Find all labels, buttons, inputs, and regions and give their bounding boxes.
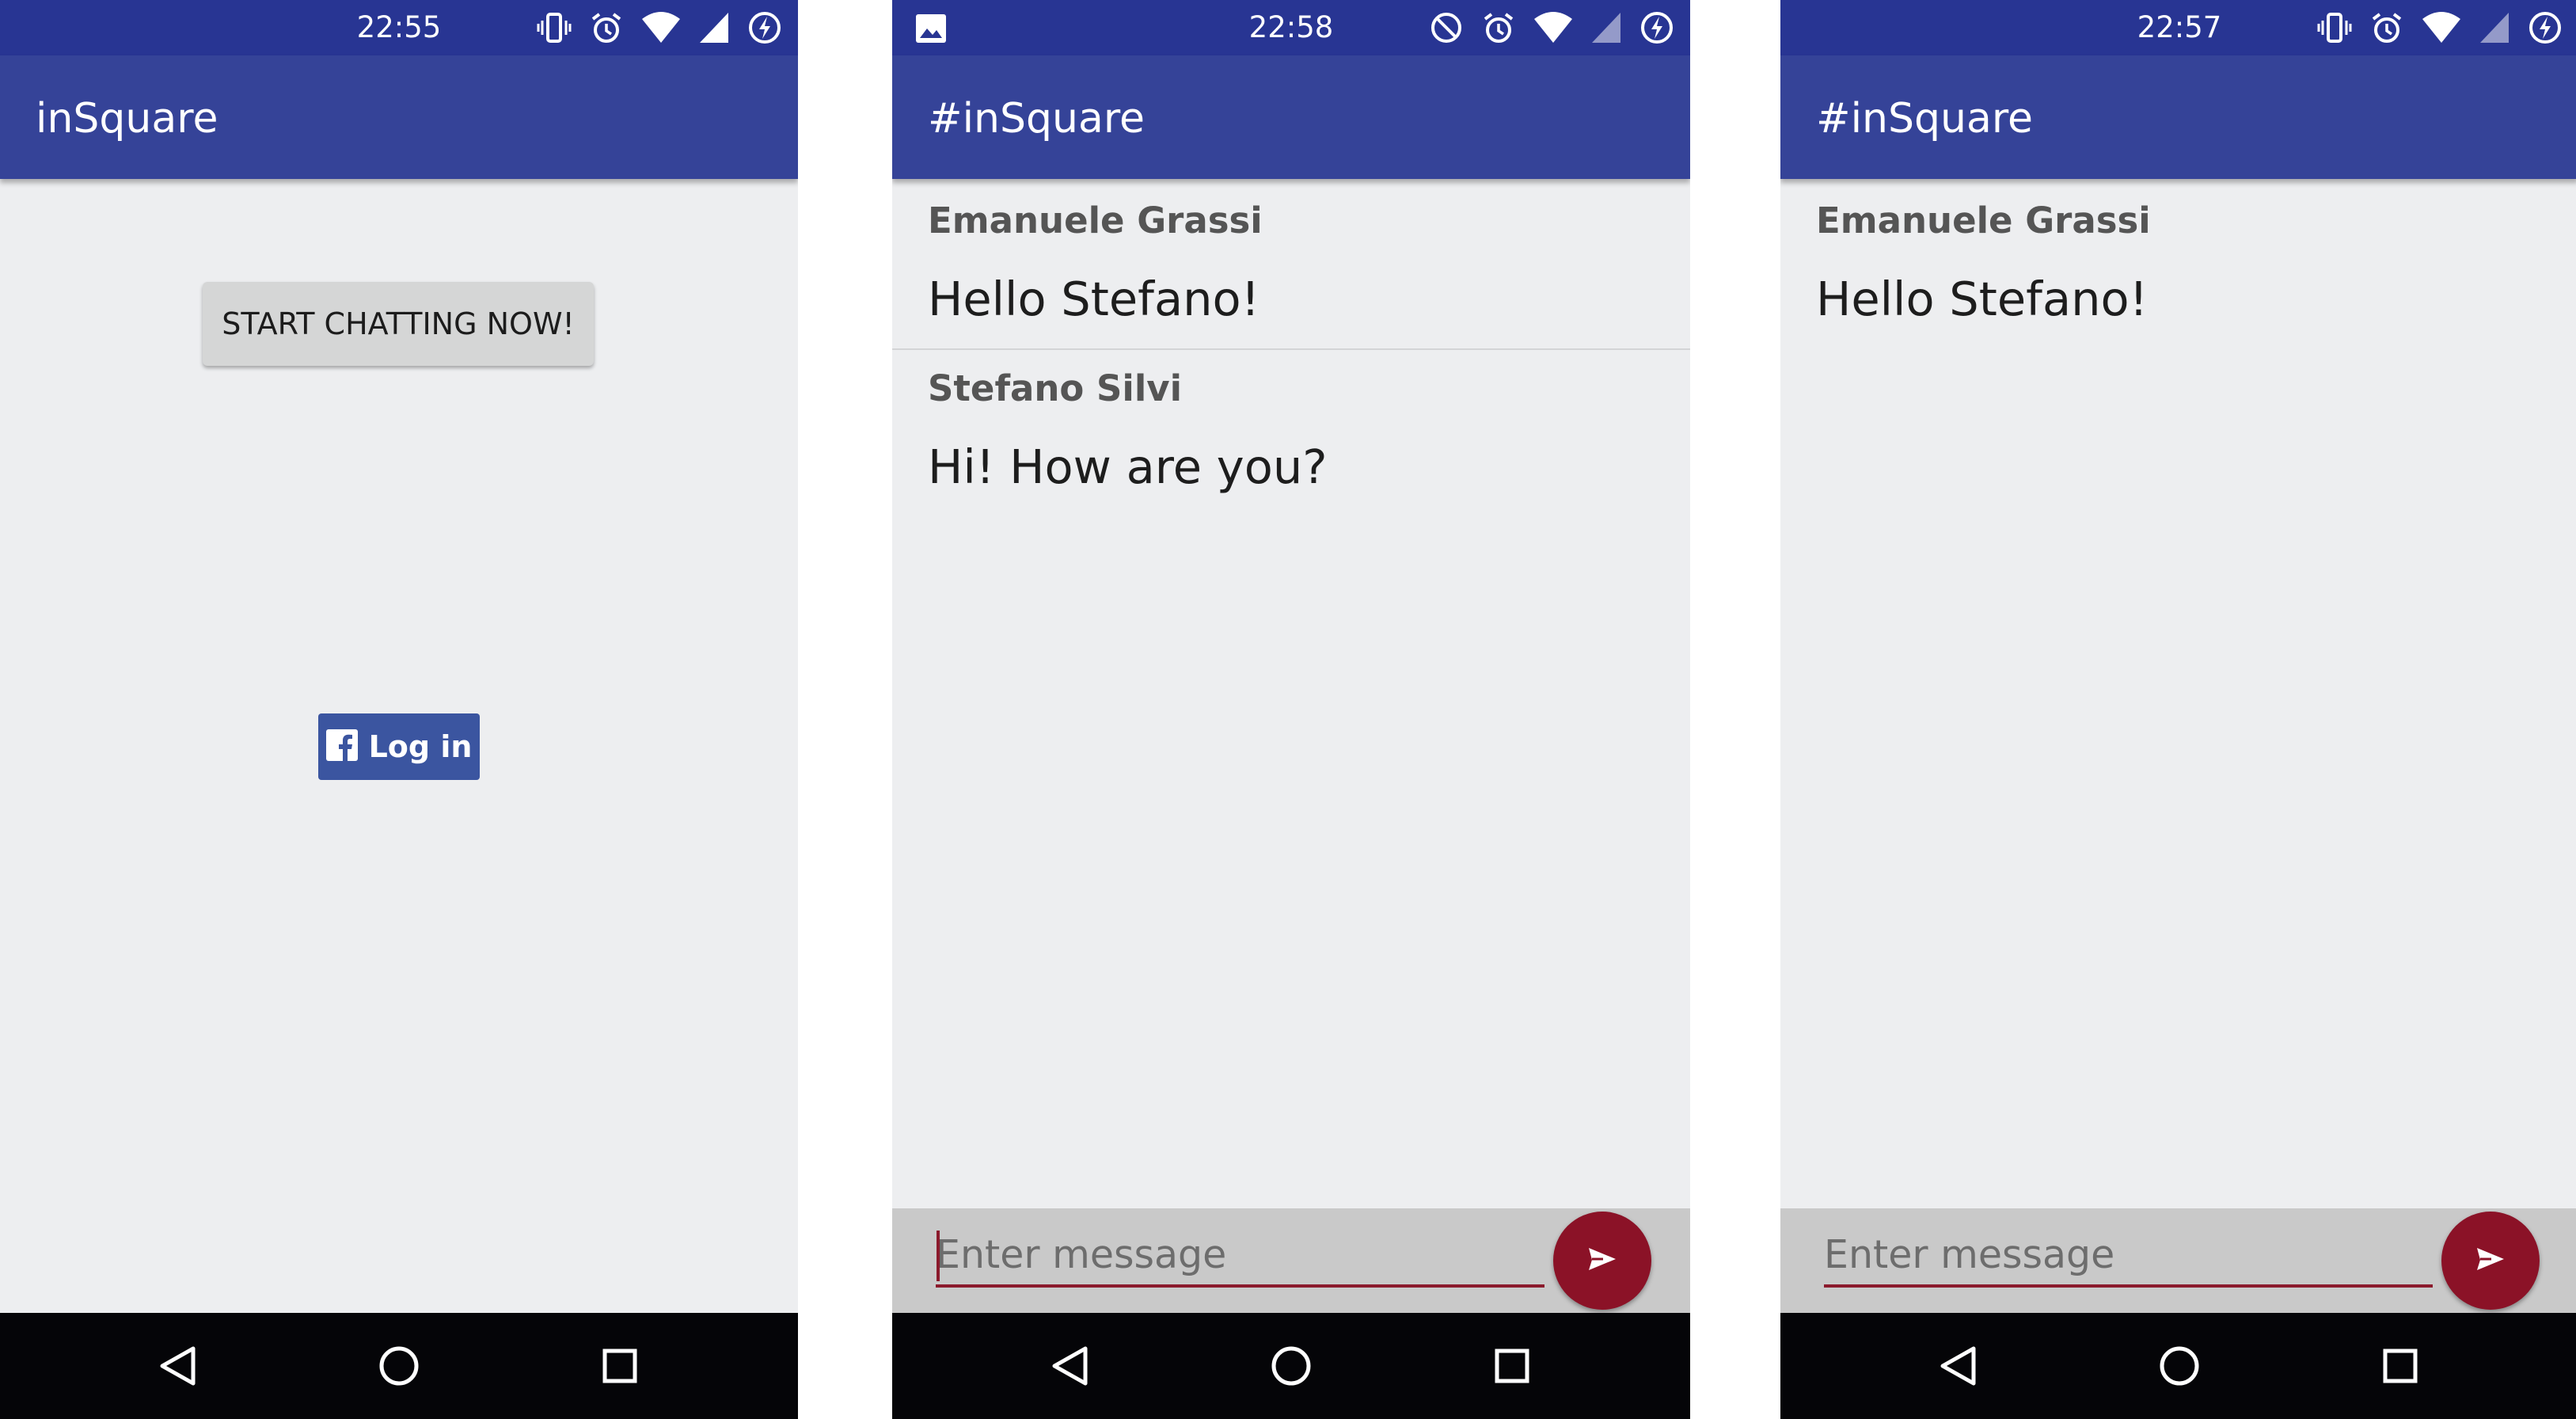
vibrate-icon: [2317, 11, 2352, 44]
nav-bar: [0, 1313, 798, 1419]
back-icon[interactable]: [1047, 1342, 1094, 1390]
app-title: inSquare: [36, 95, 218, 143]
recents-icon[interactable]: [1488, 1342, 1536, 1390]
wifi-icon: [1533, 11, 1573, 44]
back-icon[interactable]: [1935, 1342, 1982, 1390]
status-bar: 22:57: [1780, 0, 2576, 55]
recents-icon[interactable]: [596, 1342, 644, 1390]
app-title: #inSquare: [928, 95, 1146, 143]
battery-saver-icon: [1639, 10, 1674, 45]
chat-screen: 22:57 #inSquare Emanuele Grassi Hello St…: [1780, 0, 2576, 1419]
message-input[interactable]: [936, 1224, 1544, 1288]
status-icons: [2317, 11, 2563, 44]
wifi-icon: [641, 11, 681, 44]
recents-icon[interactable]: [2377, 1342, 2424, 1390]
battery-saver-icon: [747, 10, 782, 45]
message-item: Emanuele Grassi Hello Stefano!: [1780, 182, 2576, 350]
message-input[interactable]: [1824, 1224, 2433, 1288]
facebook-icon: [325, 729, 358, 764]
nav-bar: [892, 1313, 1690, 1419]
alarm-icon: [589, 11, 624, 44]
alarm-icon: [2369, 11, 2404, 44]
do-not-disturb-icon: [1429, 10, 1464, 45]
message-text: Hi! How are you?: [928, 439, 1328, 494]
facebook-login-button[interactable]: Log in: [318, 713, 480, 780]
alarm-icon: [1481, 11, 1516, 44]
battery-saver-icon: [2528, 10, 2563, 45]
signal-icon: [2479, 11, 2510, 44]
back-icon[interactable]: [154, 1342, 202, 1390]
send-button[interactable]: [2441, 1212, 2540, 1310]
message-item: Stefano Silvi Hi! How are you?: [892, 350, 1690, 518]
message-composer: [1780, 1208, 2576, 1313]
nav-bar: [1780, 1313, 2576, 1419]
facebook-login-label: Log in: [368, 729, 473, 764]
app-bar: #inSquare: [892, 55, 1690, 179]
status-icons: [537, 11, 782, 44]
message-author: Emanuele Grassi: [928, 200, 1263, 242]
message-text: Hello Stefano!: [1816, 272, 2149, 326]
home-icon[interactable]: [375, 1342, 423, 1390]
message-item: Emanuele Grassi Hello Stefano!: [892, 182, 1690, 350]
text-caret: [937, 1231, 940, 1281]
message-author: Emanuele Grassi: [1816, 200, 2151, 242]
status-bar: 22:58: [892, 0, 1690, 55]
send-icon: [1587, 1246, 1617, 1275]
send-button[interactable]: [1553, 1212, 1651, 1310]
chat-screen: 22:58 #inSquare Emanuele Grassi Hello St…: [892, 0, 1690, 1419]
message-author: Stefano Silvi: [928, 367, 1183, 409]
signal-icon: [1590, 11, 1622, 44]
send-icon: [2475, 1246, 2506, 1275]
status-bar: 22:55: [0, 0, 798, 55]
wifi-icon: [2422, 11, 2461, 44]
home-icon[interactable]: [1267, 1342, 1315, 1390]
vibrate-icon: [537, 11, 572, 44]
signal-icon: [698, 11, 730, 44]
message-text: Hello Stefano!: [928, 272, 1260, 326]
start-chatting-button[interactable]: START CHATTING NOW!: [203, 282, 594, 366]
app-bar: #inSquare: [1780, 55, 2576, 179]
status-icons: [1429, 11, 1674, 44]
home-icon[interactable]: [2156, 1342, 2203, 1390]
app-bar: inSquare: [0, 55, 798, 179]
login-screen: 22:55 inSquare START CHATTING NOW! Log i…: [0, 0, 798, 1419]
message-composer: [892, 1208, 1690, 1313]
app-title: #inSquare: [1816, 95, 2034, 143]
